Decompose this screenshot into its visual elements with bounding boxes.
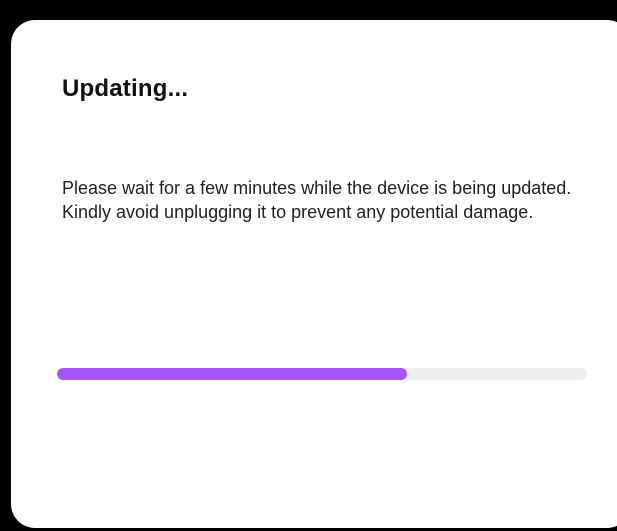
dialog-message: Please wait for a few minutes while the …: [62, 178, 572, 222]
update-dialog: Updating... Please wait for a few minute…: [11, 20, 617, 528]
dialog-title: Updating...: [62, 75, 189, 102]
update-progress-bar: [57, 368, 587, 380]
update-progress-fill: [57, 368, 407, 380]
